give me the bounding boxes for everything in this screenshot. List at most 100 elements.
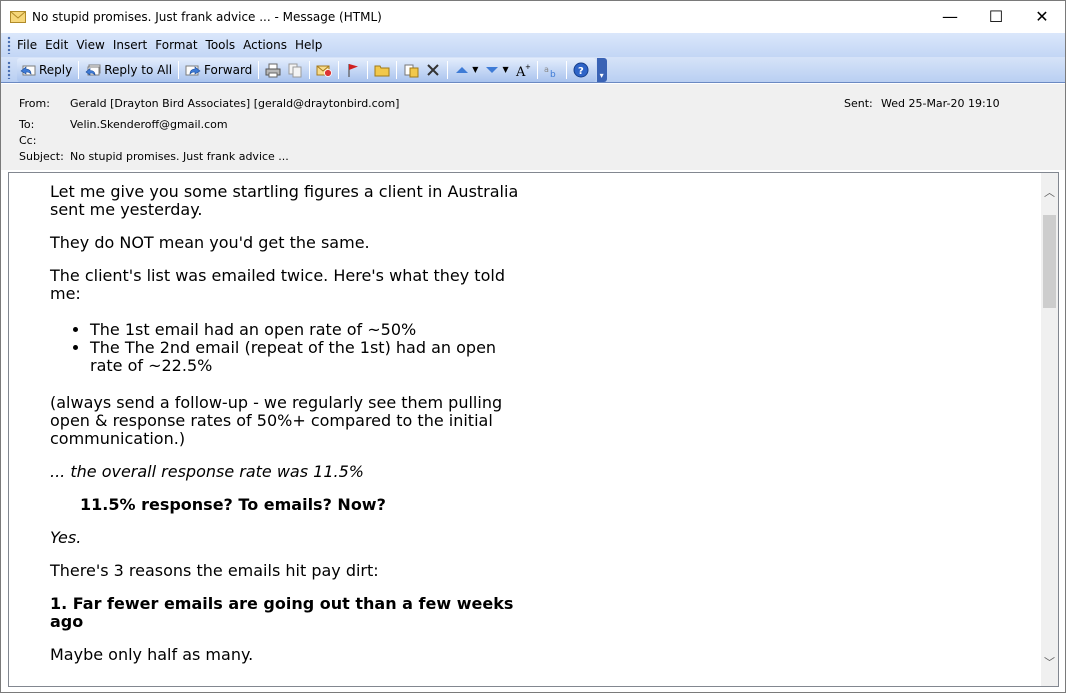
scrollbar-thumb[interactable] bbox=[1043, 215, 1056, 308]
scroll-down-button[interactable]: ﹀ bbox=[1041, 653, 1058, 670]
menu-view[interactable]: View bbox=[76, 38, 112, 52]
scroll-up-button[interactable]: ︿ bbox=[1041, 183, 1058, 200]
folder-icon bbox=[374, 62, 390, 78]
forward-button[interactable]: Forward bbox=[182, 59, 255, 81]
paragraph: (always send a follow-up - we regularly … bbox=[50, 393, 503, 448]
list-item: The The 2nd email (repeat of the 1st) ha… bbox=[90, 339, 520, 375]
arrow-down-icon bbox=[484, 62, 500, 78]
toolbar-separator bbox=[447, 60, 449, 79]
paragraph: Let me give you some startling figures a… bbox=[50, 182, 519, 219]
menu-edit[interactable]: Edit bbox=[45, 38, 76, 52]
close-button[interactable]: ✕ bbox=[1019, 1, 1065, 32]
toolbar-separator bbox=[565, 60, 567, 79]
paragraph: ... the overall response rate was 11.5% bbox=[50, 462, 364, 481]
window-title: No stupid promises. Just frank advice ..… bbox=[32, 9, 382, 24]
toolbar-band: Reply Reply to All Forward ▼ ▼ A + a b ? bbox=[17, 57, 596, 82]
toolbar-separator bbox=[396, 60, 398, 79]
message-body[interactable]: Let me give you some startling figures a… bbox=[8, 172, 1059, 687]
toolbar-separator bbox=[309, 60, 311, 79]
menu-tools[interactable]: Tools bbox=[206, 38, 244, 52]
reply-label: Reply bbox=[39, 62, 73, 77]
svg-text:+: + bbox=[525, 63, 531, 71]
help-icon: ? bbox=[573, 62, 589, 78]
menu-file[interactable]: File bbox=[17, 38, 45, 52]
menu-bar: File Edit View Insert Format Tools Actio… bbox=[1, 33, 1065, 57]
reply-all-icon bbox=[85, 62, 101, 78]
toolbar-options-button[interactable]: ▾ bbox=[596, 57, 607, 82]
vertical-scrollbar[interactable]: ︿ ﹀ bbox=[1041, 173, 1058, 686]
to-label: To: bbox=[19, 118, 35, 131]
toolbar-separator bbox=[367, 60, 369, 79]
message-header: From: Gerald [Drayton Bird Associates] [… bbox=[1, 84, 1065, 170]
chevron-down-icon[interactable]: ▼ bbox=[502, 65, 508, 74]
open-folder-button[interactable] bbox=[371, 59, 393, 81]
reply-all-button[interactable]: Reply to All bbox=[82, 59, 175, 81]
paragraph: Yes. bbox=[50, 528, 82, 547]
list-item: The 1st email had an open rate of ~50% bbox=[90, 321, 520, 339]
previous-item-button[interactable]: ▼ bbox=[451, 59, 481, 81]
reply-all-label: Reply to All bbox=[104, 62, 173, 77]
next-item-button[interactable]: ▼ bbox=[481, 59, 511, 81]
menu-format[interactable]: Format bbox=[155, 38, 205, 52]
forward-icon bbox=[185, 62, 201, 78]
help-button[interactable]: ? bbox=[570, 59, 592, 81]
delete-icon bbox=[425, 62, 441, 78]
menu-insert[interactable]: Insert bbox=[113, 38, 155, 52]
forward-label: Forward bbox=[204, 62, 253, 77]
toolbar-separator bbox=[78, 60, 80, 79]
chevron-down-icon: ﹀ bbox=[1044, 656, 1055, 669]
move-to-folder-button[interactable] bbox=[284, 59, 306, 81]
toolbar-separator bbox=[258, 60, 260, 79]
arrow-up-icon bbox=[454, 62, 470, 78]
paragraph: The client's list was emailed twice. Her… bbox=[50, 266, 505, 303]
mail-rules-icon bbox=[316, 62, 333, 78]
cc-label: Cc: bbox=[19, 134, 37, 147]
to-value[interactable]: Velin.Skenderoff@gmail.com bbox=[70, 118, 228, 131]
font-size-button[interactable]: A + bbox=[512, 59, 534, 81]
paragraph: Maybe only half as many. bbox=[50, 645, 254, 664]
translate-button[interactable]: ab bbox=[541, 59, 563, 81]
message-window: No stupid promises. Just frank advice ..… bbox=[0, 0, 1066, 693]
menu-grip-icon[interactable] bbox=[7, 36, 11, 54]
sent-value: Wed 25-Mar-20 19:10 bbox=[881, 97, 1000, 110]
paragraph: They do NOT mean you'd get the same. bbox=[50, 233, 370, 252]
svg-text:a: a bbox=[544, 65, 549, 74]
minimize-button[interactable]: — bbox=[927, 1, 973, 32]
toolbar-separator bbox=[536, 60, 538, 79]
move-icon bbox=[403, 62, 419, 78]
chevron-down-icon[interactable]: ▼ bbox=[472, 65, 478, 74]
print-icon bbox=[265, 62, 281, 78]
rules-button[interactable] bbox=[313, 59, 335, 81]
chevron-up-icon: ︿ bbox=[1044, 186, 1055, 199]
follow-up-flag-button[interactable] bbox=[342, 59, 364, 81]
toolbar: Reply Reply to All Forward ▼ ▼ A + a b ?… bbox=[1, 57, 1065, 83]
move-button[interactable] bbox=[400, 59, 422, 81]
chevron-down-icon: ▾ bbox=[599, 70, 604, 80]
menu-help[interactable]: Help bbox=[295, 38, 330, 52]
print-button[interactable] bbox=[262, 59, 284, 81]
font-size-icon: A + bbox=[515, 62, 531, 80]
from-value[interactable]: Gerald [Drayton Bird Associates] [gerald… bbox=[70, 97, 399, 110]
close-icon: ✕ bbox=[1035, 7, 1049, 26]
reply-button[interactable]: Reply bbox=[17, 59, 75, 81]
toolbar-grip-icon[interactable] bbox=[7, 60, 11, 79]
toolbar-separator bbox=[338, 60, 340, 79]
menu-actions[interactable]: Actions bbox=[243, 38, 295, 52]
minimize-icon: — bbox=[942, 7, 958, 26]
translate-icon: ab bbox=[544, 62, 560, 80]
bullet-list: The 1st email had an open rate of ~50% T… bbox=[50, 321, 520, 375]
svg-text:?: ? bbox=[578, 66, 584, 77]
svg-text:b: b bbox=[550, 70, 556, 78]
maximize-button[interactable]: ☐ bbox=[973, 1, 1019, 32]
flag-icon bbox=[345, 62, 361, 78]
delete-button[interactable] bbox=[422, 59, 444, 81]
envelope-icon bbox=[10, 10, 26, 23]
subheading: 1. Far fewer emails are going out than a… bbox=[50, 594, 514, 631]
maximize-icon: ☐ bbox=[988, 7, 1004, 26]
from-label: From: bbox=[19, 97, 50, 110]
subject-label: Subject: bbox=[19, 150, 64, 163]
paragraph: There's 3 reasons the emails hit pay dir… bbox=[50, 561, 379, 580]
sent-label: Sent: bbox=[844, 97, 873, 110]
toolbar-separator bbox=[178, 60, 180, 79]
message-content: Let me give you some startling figures a… bbox=[50, 183, 520, 679]
